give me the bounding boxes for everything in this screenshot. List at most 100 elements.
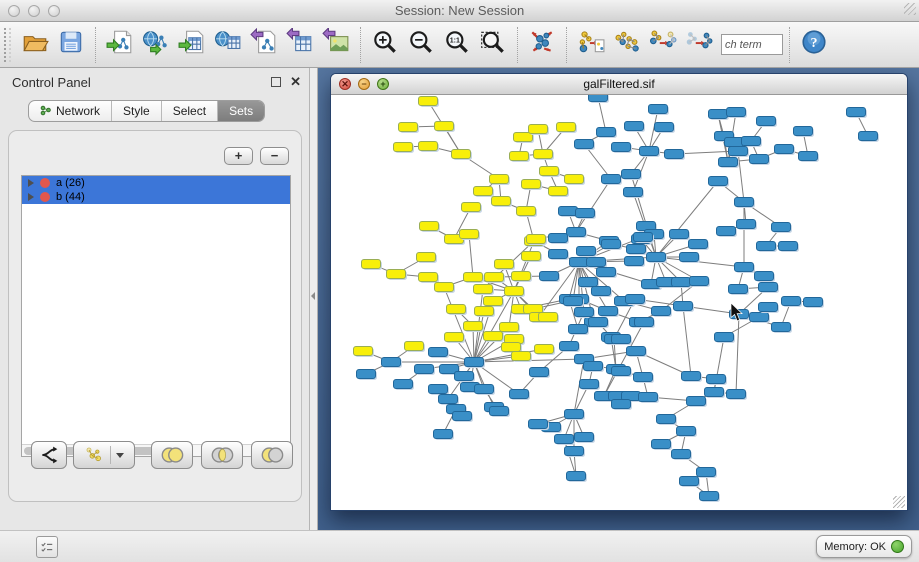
graph-node[interactable]	[624, 188, 643, 197]
graph-node[interactable]	[735, 198, 754, 207]
graph-node[interactable]	[652, 307, 671, 316]
graph-node[interactable]	[705, 388, 724, 397]
graph-node[interactable]	[612, 143, 631, 152]
graph-edge[interactable]	[469, 234, 473, 277]
graph-node[interactable]	[485, 273, 504, 282]
graph-node[interactable]	[859, 132, 878, 141]
float-panel-icon[interactable]	[271, 77, 281, 87]
graph-node[interactable]	[560, 342, 579, 351]
set-row-a[interactable]: a (26)	[22, 176, 290, 190]
graph-node[interactable]	[717, 227, 736, 236]
graph-node[interactable]	[559, 207, 578, 216]
graph-node[interactable]	[576, 209, 595, 218]
graph-node[interactable]	[575, 308, 594, 317]
graph-node[interactable]	[495, 260, 514, 269]
graph-node[interactable]	[435, 283, 454, 292]
graph-node[interactable]	[575, 140, 594, 149]
search-input[interactable]	[721, 34, 783, 55]
apply-layout-button[interactable]	[524, 26, 560, 64]
graph-node[interactable]	[565, 447, 584, 456]
graph-node[interactable]	[490, 175, 509, 184]
graph-node[interactable]	[429, 348, 448, 357]
graph-node[interactable]	[500, 323, 519, 332]
graph-node[interactable]	[727, 390, 746, 399]
graph-edge[interactable]	[683, 306, 691, 376]
graph-edge[interactable]	[514, 241, 534, 291]
graph-node[interactable]	[569, 325, 588, 334]
export-table-button[interactable]	[282, 26, 318, 64]
graph-node[interactable]	[759, 283, 778, 292]
graph-node[interactable]	[682, 372, 701, 381]
import-table-url-button[interactable]	[210, 26, 246, 64]
graph-edge[interactable]	[738, 151, 744, 202]
graph-node[interactable]	[589, 95, 608, 102]
split-set-button[interactable]	[31, 441, 67, 469]
graph-node[interactable]	[635, 318, 654, 327]
graph-node[interactable]	[565, 175, 584, 184]
graph-node[interactable]	[417, 253, 436, 262]
graph-node[interactable]	[512, 352, 531, 361]
graph-node[interactable]	[484, 332, 503, 341]
panel-divider[interactable]	[310, 68, 318, 530]
graph-node[interactable]	[719, 158, 738, 167]
graph-node[interactable]	[592, 287, 611, 296]
graph-node[interactable]	[357, 370, 376, 379]
graph-node[interactable]	[522, 180, 541, 189]
graph-node[interactable]	[579, 278, 598, 287]
graph-node[interactable]	[419, 273, 438, 282]
graph-edge[interactable]	[576, 179, 611, 232]
disclosure-triangle-icon[interactable]	[28, 179, 34, 187]
intersection-button[interactable]	[201, 441, 243, 469]
import-table-file-button[interactable]	[174, 26, 210, 64]
graph-node[interactable]	[680, 477, 699, 486]
hide-selected-button[interactable]	[573, 26, 609, 64]
graph-node[interactable]	[535, 345, 554, 354]
graph-node[interactable]	[415, 365, 434, 374]
graph-node[interactable]	[772, 323, 791, 332]
graph-node[interactable]	[742, 137, 761, 146]
graph-node[interactable]	[640, 147, 659, 156]
graph-node[interactable]	[626, 295, 645, 304]
graph-node[interactable]	[517, 207, 536, 216]
graph-node[interactable]	[649, 105, 668, 114]
graph-node[interactable]	[529, 125, 548, 134]
graph-node[interactable]	[697, 468, 716, 477]
set-row-b[interactable]: b (44)	[22, 190, 290, 204]
graph-node[interactable]	[455, 372, 474, 381]
graph-node[interactable]	[464, 273, 483, 282]
graph-node[interactable]	[584, 362, 603, 371]
graph-node[interactable]	[529, 420, 548, 429]
graph-node[interactable]	[445, 333, 464, 342]
graph-node[interactable]	[647, 253, 666, 262]
copy-selection-button[interactable]	[645, 26, 681, 64]
graph-node[interactable]	[434, 430, 453, 439]
graph-node[interactable]	[502, 343, 521, 352]
graph-node[interactable]	[627, 245, 646, 254]
graph-node[interactable]	[419, 142, 438, 151]
export-image-button[interactable]	[318, 26, 354, 64]
network-window-titlebar[interactable]: ✕ − + galFiltered.sif	[331, 74, 907, 95]
graph-node[interactable]	[757, 242, 776, 251]
graph-node[interactable]	[462, 203, 481, 212]
tab-select[interactable]: Select	[162, 101, 218, 121]
graph-node[interactable]	[672, 278, 691, 287]
graph-node[interactable]	[539, 313, 558, 322]
graph-node[interactable]	[655, 123, 674, 132]
graph-node[interactable]	[597, 128, 616, 137]
graph-node[interactable]	[567, 472, 586, 481]
graph-node[interactable]	[735, 263, 754, 272]
graph-node[interactable]	[689, 240, 708, 249]
graph-node[interactable]	[420, 222, 439, 231]
graph-node[interactable]	[505, 287, 524, 296]
graph-node[interactable]	[484, 297, 503, 306]
graph-node[interactable]	[700, 492, 719, 501]
graph-node[interactable]	[549, 187, 568, 196]
graph-node[interactable]	[602, 175, 621, 184]
tasks-history-button[interactable]	[36, 536, 58, 558]
graph-node[interactable]	[687, 397, 706, 406]
graph-node[interactable]	[534, 150, 553, 159]
difference-button[interactable]	[251, 441, 293, 469]
graph-node[interactable]	[779, 242, 798, 251]
graph-node[interactable]	[465, 358, 484, 367]
graph-node[interactable]	[475, 385, 494, 394]
